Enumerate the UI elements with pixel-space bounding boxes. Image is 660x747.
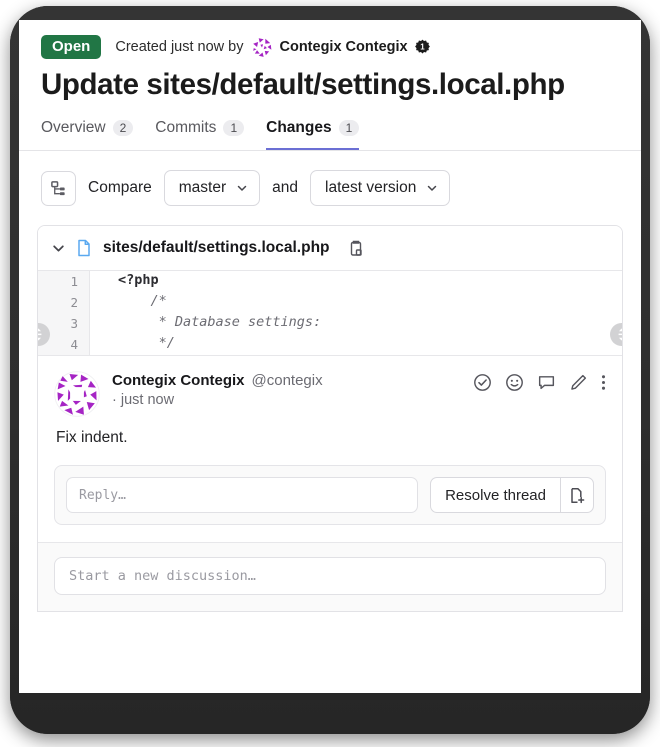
compare-conjunction: and	[272, 179, 298, 196]
tab-commits[interactable]: Commits 1	[155, 119, 245, 150]
more-options-icon[interactable]	[601, 373, 606, 392]
compare-bar: Compare master and latest version	[19, 151, 641, 225]
identicon-avatar[interactable]	[54, 371, 100, 417]
diff-file-card: sites/default/settings.local.php 1 <?php…	[37, 225, 623, 612]
chevron-down-icon	[237, 185, 247, 191]
comment-author-meta: Contegix Contegix @contegix · just now	[112, 371, 461, 408]
diff-code-block: 1 <?php 2 /* 3 * Database settings: 4 */	[38, 271, 622, 355]
expand-vertical-icon	[38, 328, 42, 341]
merge-request-page: Open Created just now by Contegix Conteg…	[19, 20, 641, 693]
expand-vertical-icon	[618, 328, 622, 341]
file-plus-button[interactable]	[560, 477, 594, 513]
reply-input[interactable]	[66, 477, 419, 513]
comment-actions	[473, 371, 606, 392]
tab-changes-count: 1	[338, 119, 360, 137]
file-icon	[78, 239, 90, 257]
new-discussion-area	[38, 542, 622, 611]
emoji-icon[interactable]	[505, 373, 524, 392]
target-version-select[interactable]: latest version	[310, 170, 451, 206]
comment-author-name: Contegix Contegix	[112, 372, 245, 389]
tab-commits-count: 1	[223, 119, 245, 137]
line-content[interactable]: <?php	[90, 271, 622, 292]
line-content[interactable]: /*	[90, 292, 622, 313]
line-number: 2	[38, 292, 90, 313]
comment-header: Contegix Contegix @contegix · just now	[54, 371, 606, 417]
comment-body: Fix indent.	[56, 429, 128, 446]
code-line: 4 */	[38, 334, 622, 355]
comment-author-handle: @contegix	[251, 372, 323, 389]
svg-text:1: 1	[420, 43, 425, 52]
comment-author-row: Contegix Contegix @contegix	[112, 372, 461, 389]
file-plus-icon	[571, 487, 585, 503]
tab-overview[interactable]: Overview 2	[41, 119, 134, 150]
tab-changes[interactable]: Changes 1	[266, 119, 360, 150]
resolve-thread-button[interactable]: Resolve thread	[430, 477, 560, 513]
diff-filename: sites/default/settings.local.php	[103, 239, 330, 256]
code-line: 3 * Database settings:	[38, 313, 622, 334]
comment-timestamp: · just now	[112, 392, 175, 408]
author-chip[interactable]: Contegix Contegix 1	[250, 35, 430, 58]
owner-badge-icon: 1	[414, 39, 430, 54]
comment-thread: Contegix Contegix @contegix · just now F…	[38, 355, 622, 542]
chevron-down-icon	[428, 185, 437, 191]
diff-file-header: sites/default/settings.local.php	[38, 226, 622, 271]
tree-icon	[51, 180, 65, 195]
source-branch-value: master	[178, 179, 227, 196]
identicon-avatar-small	[250, 35, 273, 58]
tab-commits-label: Commits	[155, 119, 217, 136]
reply-box: Resolve thread	[54, 465, 606, 525]
page-title: Update sites/default/settings.local.php	[41, 68, 565, 101]
chevron-down-icon[interactable]	[52, 242, 65, 255]
tab-overview-count: 2	[112, 119, 134, 137]
compare-label: Compare	[88, 179, 152, 196]
source-branch-select[interactable]: master	[163, 170, 261, 206]
created-text: Created just now by	[115, 38, 244, 55]
tab-overview-label: Overview	[41, 119, 106, 136]
line-number: 1	[38, 271, 90, 292]
comment-icon[interactable]	[537, 373, 556, 392]
line-content[interactable]: * Database settings:	[90, 313, 622, 334]
compare-tree-button[interactable]	[41, 170, 76, 206]
author-name: Contegix Contegix	[279, 38, 408, 55]
status-badge: Open	[41, 34, 102, 59]
tab-changes-label: Changes	[266, 119, 332, 136]
code-line: 1 <?php	[38, 271, 622, 292]
target-version-value: latest version	[325, 179, 417, 196]
reply-button-group: Resolve thread	[430, 477, 594, 513]
merge-request-meta: Open Created just now by Contegix Conteg…	[19, 20, 641, 59]
copy-icon[interactable]	[349, 240, 365, 257]
edit-pencil-icon[interactable]	[569, 373, 588, 392]
line-content[interactable]: */	[90, 334, 622, 355]
code-line: 2 /*	[38, 292, 622, 313]
device-screen: Open Created just now by Contegix Conteg…	[19, 20, 641, 693]
thread-spacer	[54, 525, 606, 542]
resolve-check-icon[interactable]	[473, 373, 492, 392]
new-discussion-input[interactable]	[54, 557, 606, 595]
tab-bar: Overview 2 Commits 1 Changes 1	[19, 102, 641, 151]
